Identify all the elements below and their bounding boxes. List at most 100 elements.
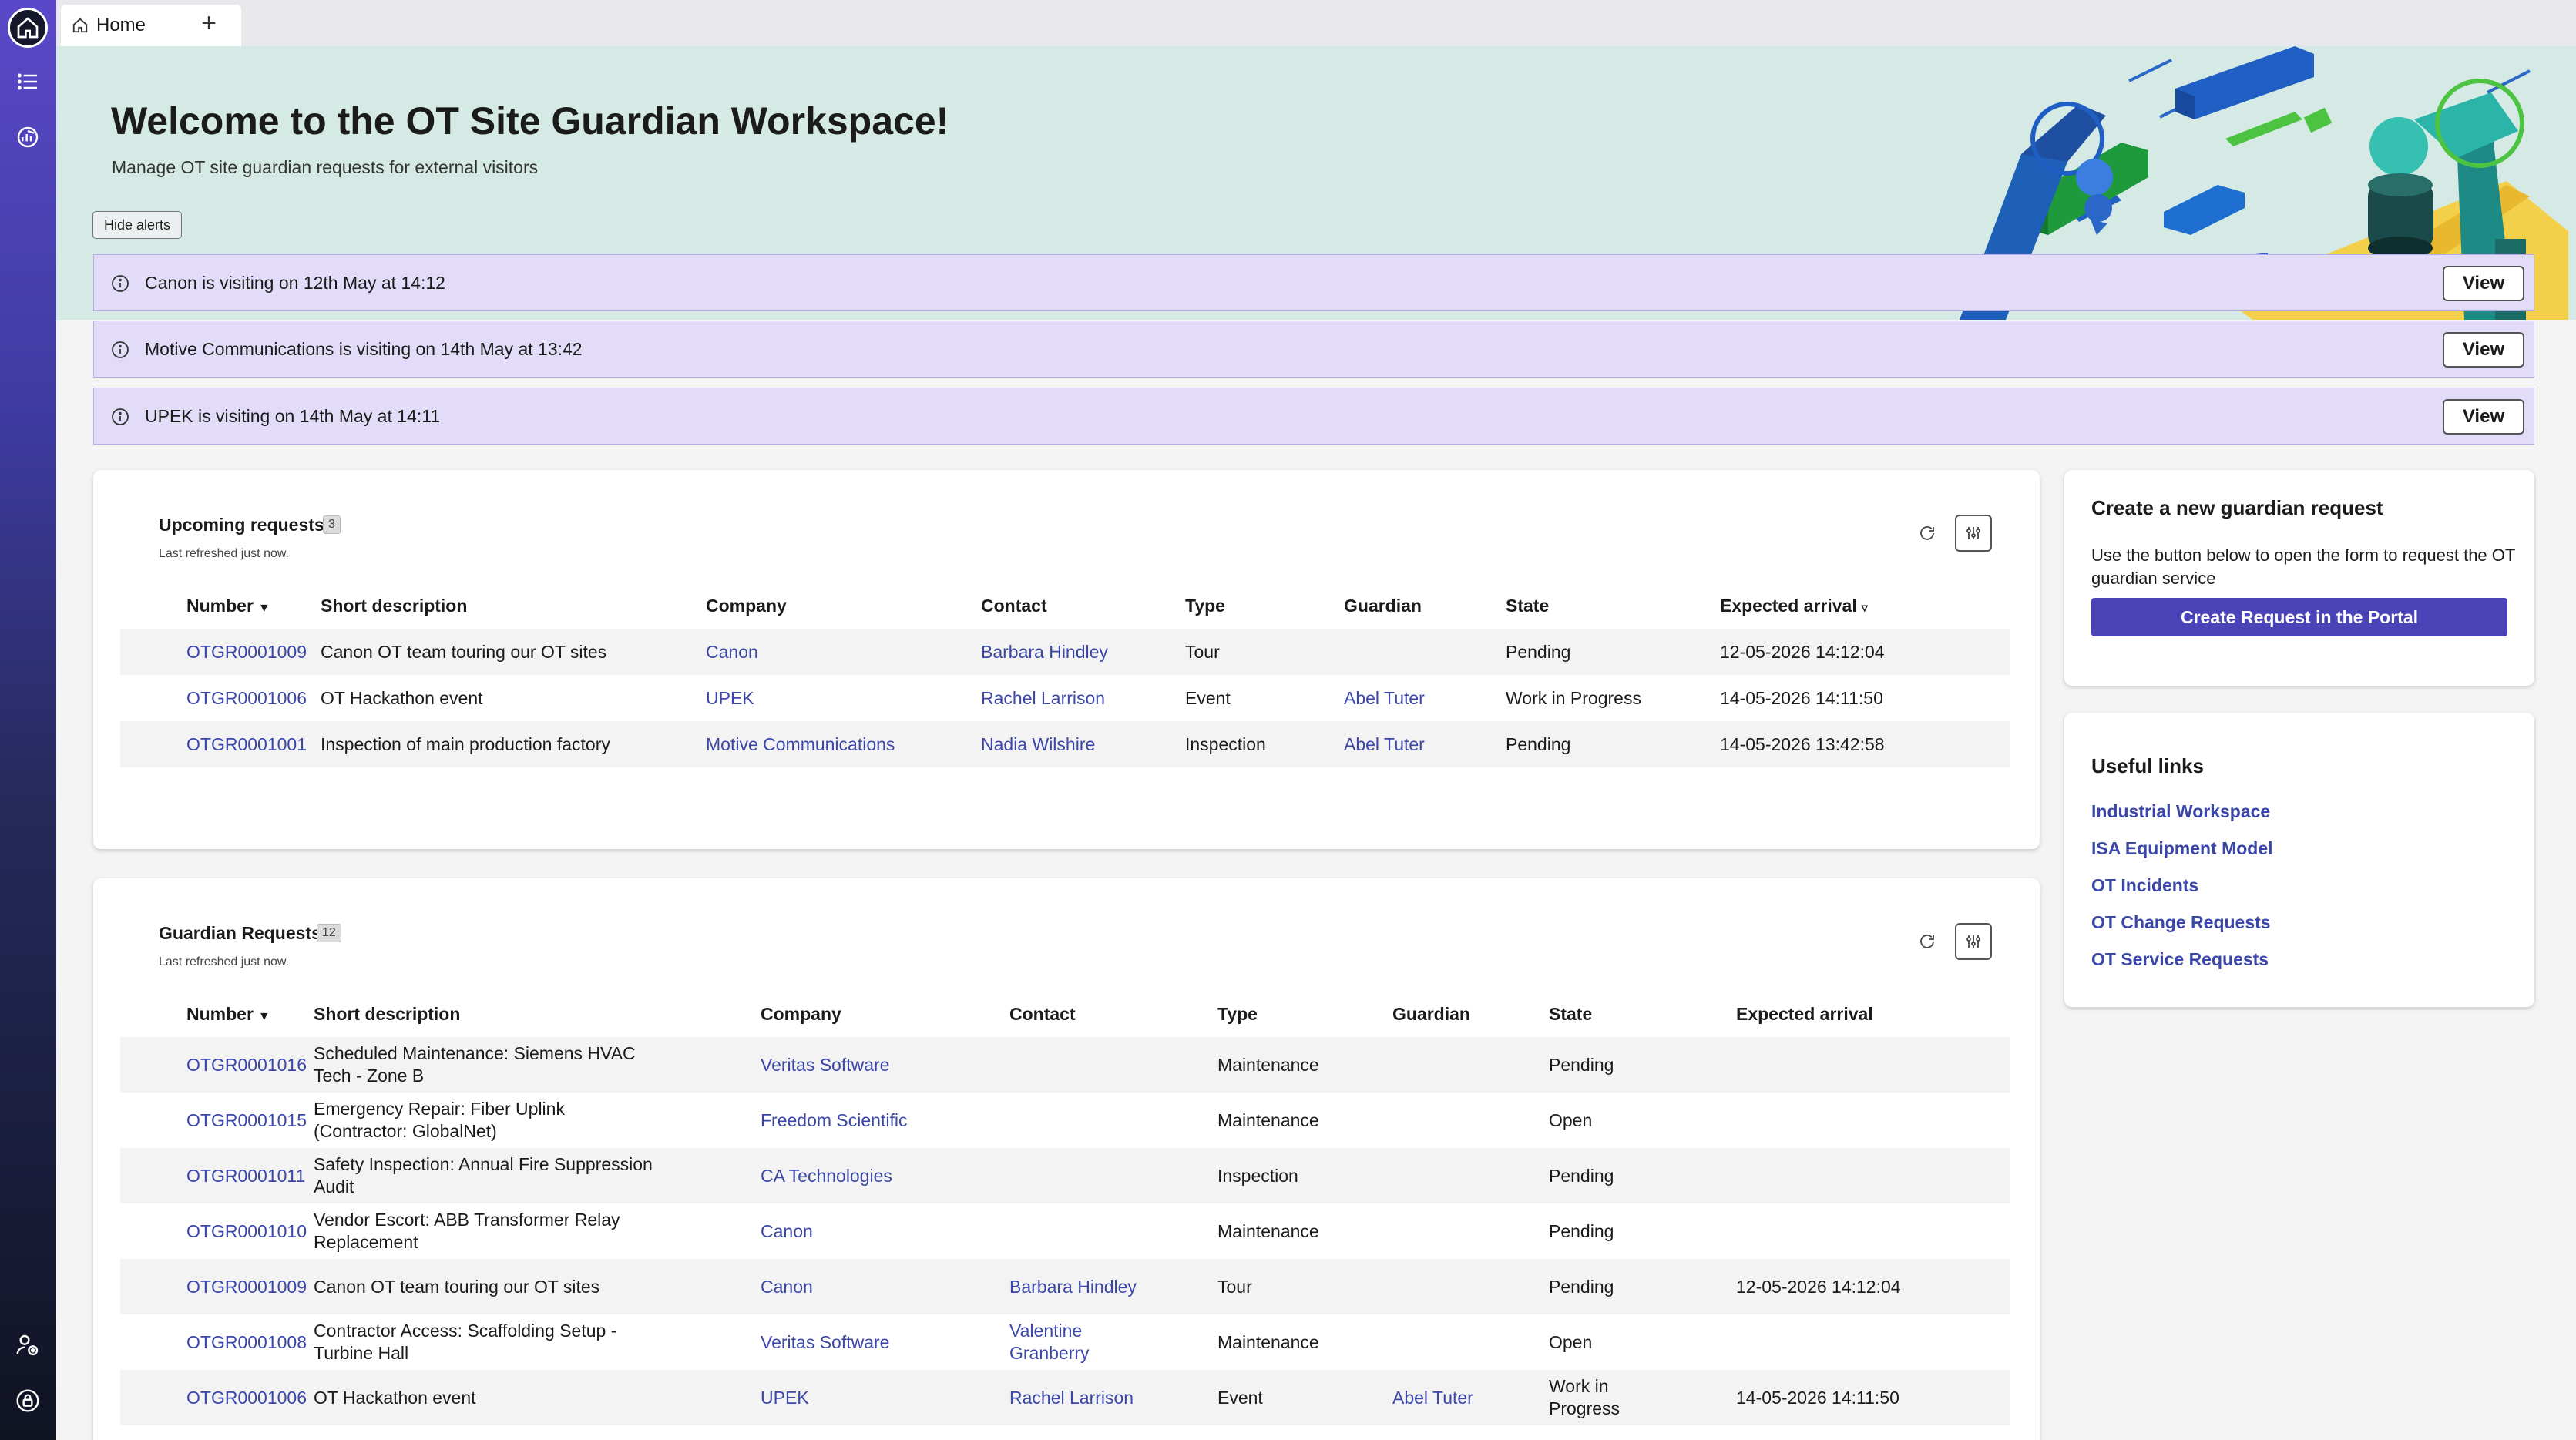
settings-button[interactable] bbox=[1955, 923, 1992, 960]
create-request-button[interactable]: Create Request in the Portal bbox=[2091, 598, 2507, 636]
arrival-cell bbox=[1736, 1148, 2010, 1203]
guardian-requests-card: Guardian Requests 12 Last refreshed just… bbox=[93, 878, 2040, 1440]
record-number-link[interactable]: OTGR0001006 bbox=[186, 688, 307, 708]
record-number-link[interactable]: OTGR0001016 bbox=[186, 1055, 307, 1075]
hide-alerts-button[interactable]: Hide alerts bbox=[92, 211, 183, 239]
type-cell: Maintenance bbox=[1217, 1331, 1319, 1352]
table-row[interactable]: OTGR0001010 Vendor Escort: ABB Transform… bbox=[120, 1203, 2010, 1259]
analytics-icon[interactable] bbox=[8, 117, 48, 157]
alert-view-button[interactable]: View bbox=[2443, 399, 2524, 435]
column-header-company[interactable]: Company bbox=[761, 991, 1009, 1037]
filter-icon[interactable]: ▿ bbox=[1862, 602, 1868, 615]
guardian-link[interactable]: Abel Tuter bbox=[1344, 688, 1425, 708]
column-header-number[interactable]: Number ▼ bbox=[120, 582, 321, 629]
column-header-contact[interactable]: Contact bbox=[1009, 991, 1217, 1037]
company-link[interactable]: Canon bbox=[761, 1221, 813, 1241]
alert-view-button[interactable]: View bbox=[2443, 266, 2524, 301]
contact-link[interactable]: Barbara Hindley bbox=[1009, 1277, 1137, 1297]
company-link[interactable]: CA Technologies bbox=[761, 1166, 892, 1186]
company-link[interactable]: Canon bbox=[706, 642, 758, 662]
table-row[interactable]: OTGR0001009 Canon OT team touring our OT… bbox=[120, 629, 2010, 675]
column-header-company[interactable]: Company bbox=[706, 582, 981, 629]
arrival-cell bbox=[1736, 1093, 2010, 1148]
record-number-link[interactable]: OTGR0001001 bbox=[186, 734, 307, 754]
alert-text: Motive Communications is visiting on 14t… bbox=[145, 338, 583, 359]
table-row[interactable]: OTGR0001016 Scheduled Maintenance: Sieme… bbox=[120, 1037, 2010, 1093]
record-number-link[interactable]: OTGR0001009 bbox=[186, 1277, 307, 1297]
contact-link[interactable]: Nadia Wilshire bbox=[981, 734, 1095, 754]
state-cell: Work in Progress bbox=[1549, 1370, 1736, 1425]
record-number-link[interactable]: OTGR0001010 bbox=[186, 1221, 307, 1241]
column-header-description[interactable]: Short description bbox=[314, 991, 761, 1037]
company-link[interactable]: Motive Communications bbox=[706, 734, 895, 754]
alert-text: Canon is visiting on 12th May at 14:12 bbox=[145, 272, 445, 293]
table-row[interactable]: OTGR0001011 Safety Inspection: Annual Fi… bbox=[120, 1148, 2010, 1203]
arrival-cell: 14-05-2026 13:42:58 bbox=[1720, 721, 2010, 767]
company-link[interactable]: UPEK bbox=[706, 688, 754, 708]
table-row[interactable]: OTGR0001001 Inspection of main productio… bbox=[120, 721, 2010, 767]
column-header-number[interactable]: Number ▼ bbox=[120, 991, 314, 1037]
refresh-button[interactable] bbox=[1909, 923, 1946, 960]
contact-link[interactable]: Rachel Larrison bbox=[1009, 1388, 1134, 1408]
alert-item: UPEK is visiting on 14th May at 14:11 Vi… bbox=[93, 388, 2534, 445]
table-row[interactable]: OTGR0001015 Emergency Repair: Fiber Upli… bbox=[120, 1093, 2010, 1148]
user-settings-icon[interactable] bbox=[8, 1325, 48, 1365]
alert-item: Motive Communications is visiting on 14t… bbox=[93, 321, 2534, 378]
refresh-button[interactable] bbox=[1909, 515, 1946, 552]
column-header-description[interactable]: Short description bbox=[321, 582, 706, 629]
company-link[interactable]: Freedom Scientific bbox=[761, 1110, 907, 1130]
guardian-requests-table: Number ▼ Short description Company Contac… bbox=[120, 991, 2010, 1425]
record-number-link[interactable]: OTGR0001006 bbox=[186, 1388, 307, 1408]
column-header-guardian[interactable]: Guardian bbox=[1392, 991, 1549, 1037]
table-row[interactable]: OTGR0001006 OT Hackathon event UPEK Rach… bbox=[120, 675, 2010, 721]
column-header-type[interactable]: Type bbox=[1217, 991, 1392, 1037]
lock-icon[interactable] bbox=[8, 1381, 48, 1421]
column-header-expected-arrival[interactable]: Expected arrival ▿ bbox=[1720, 582, 2010, 629]
column-header-type[interactable]: Type bbox=[1185, 582, 1344, 629]
column-header-contact[interactable]: Contact bbox=[981, 582, 1185, 629]
short-description: Safety Inspection: Annual Fire Suppressi… bbox=[314, 1148, 761, 1203]
company-link[interactable]: UPEK bbox=[761, 1388, 809, 1408]
type-cell: Maintenance bbox=[1217, 1037, 1392, 1093]
table-row[interactable]: OTGR0001006 OT Hackathon event UPEK Rach… bbox=[120, 1370, 2010, 1425]
record-number-link[interactable]: OTGR0001009 bbox=[186, 642, 307, 662]
list-icon[interactable] bbox=[8, 62, 48, 102]
table-row[interactable]: OTGR0001009 Canon OT team touring our OT… bbox=[120, 1259, 2010, 1314]
record-number-link[interactable]: OTGR0001015 bbox=[186, 1110, 307, 1130]
useful-link[interactable]: Industrial Workspace bbox=[2091, 801, 2270, 822]
useful-link[interactable]: OT Service Requests bbox=[2091, 949, 2269, 970]
column-header-expected-arrival[interactable]: Expected arrival bbox=[1736, 991, 2010, 1037]
useful-link[interactable]: OT Change Requests bbox=[2091, 912, 2271, 933]
company-link[interactable]: Canon bbox=[761, 1277, 813, 1297]
card-title: Useful links bbox=[2091, 754, 2204, 777]
settings-button[interactable] bbox=[1955, 515, 1992, 552]
column-header-guardian[interactable]: Guardian bbox=[1344, 582, 1506, 629]
useful-link[interactable]: OT Incidents bbox=[2091, 875, 2198, 896]
state-cell: Pending bbox=[1506, 629, 1720, 675]
record-number-link[interactable]: OTGR0001008 bbox=[186, 1332, 307, 1352]
arrival-cell bbox=[1736, 1037, 2010, 1093]
record-number-link[interactable]: OTGR0001011 bbox=[186, 1166, 305, 1186]
useful-link[interactable]: ISA Equipment Model bbox=[2091, 838, 2273, 859]
type-cell: Maintenance bbox=[1217, 1109, 1319, 1130]
short-description: Scheduled Maintenance: Siemens HVAC Tech… bbox=[314, 1037, 761, 1093]
sort-desc-icon: ▼ bbox=[257, 1009, 270, 1023]
type-cell: Inspection bbox=[1185, 721, 1344, 767]
company-link[interactable]: Veritas Software bbox=[761, 1332, 889, 1352]
arrival-cell bbox=[1736, 1314, 2010, 1370]
type-cell: Event bbox=[1185, 687, 1231, 708]
guardian-link[interactable]: Abel Tuter bbox=[1392, 1388, 1473, 1408]
company-link[interactable]: Veritas Software bbox=[761, 1055, 889, 1075]
alert-view-button[interactable]: View bbox=[2443, 332, 2524, 368]
home-icon[interactable] bbox=[8, 8, 48, 48]
useful-links-card: Useful links Industrial Workspace ISA Eq… bbox=[2064, 713, 2534, 1007]
contact-link[interactable]: Rachel Larrison bbox=[981, 688, 1105, 708]
table-row[interactable]: OTGR0001008 Contractor Access: Scaffoldi… bbox=[120, 1314, 2010, 1370]
column-header-state[interactable]: State bbox=[1506, 582, 1720, 629]
guardian-link[interactable]: Abel Tuter bbox=[1344, 734, 1425, 754]
new-tab-button[interactable]: + bbox=[193, 8, 224, 39]
contact-link[interactable]: Valentine Granberry bbox=[1009, 1321, 1090, 1363]
state-cell: Open bbox=[1549, 1331, 1593, 1352]
column-header-state[interactable]: State bbox=[1549, 991, 1736, 1037]
contact-link[interactable]: Barbara Hindley bbox=[981, 642, 1108, 662]
